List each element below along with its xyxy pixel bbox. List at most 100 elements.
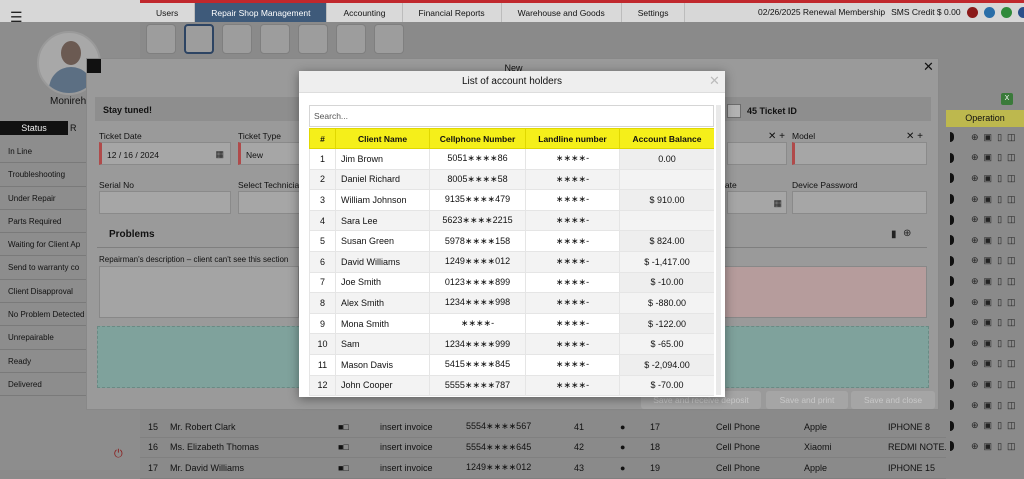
phone-icon[interactable]: ▯ [997,358,1002,369]
status-item[interactable]: Waiting for Client Ap [0,233,86,257]
save-print-button[interactable]: Save and print [766,391,848,409]
monitor-icon[interactable]: ▣ [984,194,993,205]
info-icon[interactable]: ● [620,463,650,473]
status-item[interactable]: Under Repair [0,187,86,210]
table-row[interactable]: 2 Daniel Richard 8005∗∗∗∗58 ∗∗∗∗- [309,168,714,191]
brand-field[interactable] [727,142,787,165]
whatsapp-icon[interactable] [1000,7,1012,18]
phone-icon[interactable]: ▯ [997,441,1002,452]
bookmark-icon[interactable]: ▮ [891,229,897,240]
status-item[interactable]: Parts Required [0,210,86,234]
phone-icon[interactable]: ▯ [997,276,1002,287]
add-icon[interactable]: ⊕ [971,420,979,431]
model-field[interactable] [792,142,927,165]
add-icon[interactable]: ⊕ [971,152,979,163]
phone-icon[interactable]: ▯ [997,338,1002,349]
add-icon[interactable]: ⊕ [971,173,979,184]
add-icon[interactable]: ⊕ [971,400,979,411]
add-icon[interactable]: ⊕ [971,235,979,246]
monitor-icon[interactable]: ▣ [984,420,993,431]
phone-icon[interactable]: ▯ [997,317,1002,328]
add-icon[interactable]: ⊕ [971,297,979,308]
tools-icon[interactable] [298,24,328,54]
phone-icon[interactable]: ▯ [997,173,1002,184]
repairman-description-field[interactable] [99,266,299,318]
tab-accounting[interactable]: Accounting [327,3,403,22]
add-icon[interactable]: ⊕ [971,358,979,369]
add-icon[interactable]: ⊕ [971,441,979,452]
tab-warehouse-and-goods[interactable]: Warehouse and Goods [501,3,622,22]
add-icon[interactable]: ⊕ [971,338,979,349]
add-icon[interactable]: ⊕ [971,214,979,225]
monitor-icon[interactable]: ▣ [984,317,993,328]
close-icon[interactable]: ✕ [923,59,934,75]
trash-icon[interactable]: ◫ [1007,132,1016,143]
add-icon[interactable]: ⊕ [971,132,979,143]
trash-icon[interactable]: ◫ [1007,338,1016,349]
status-item[interactable]: Delivered [0,373,86,397]
monitor-icon[interactable]: ▣ [984,358,993,369]
trash-icon[interactable]: ◫ [1007,379,1016,390]
clear-add-icons[interactable]: ✕ + [906,131,923,142]
calendar-icon[interactable]: ▦ [773,198,782,209]
table-row[interactable]: 15 Mr. Robert Clark ■□ insert invoice 55… [140,417,946,438]
add-icon[interactable]: ⊕ [971,276,979,287]
reception-icon[interactable] [184,24,214,54]
column-header[interactable]: Landline number [525,128,620,149]
table-row[interactable]: 7 Joe Smith 0123∗∗∗∗899 ∗∗∗∗- $ -10.00 [309,271,714,294]
date-field[interactable]: ▦ [727,191,787,214]
column-header[interactable]: Account Balance [619,128,714,149]
phone-icon[interactable]: ▯ [997,132,1002,143]
trash-icon[interactable]: ◫ [1007,173,1016,184]
monitor-icon[interactable]: ▣ [984,132,993,143]
save-close-button[interactable]: Save and close [851,391,935,409]
power-icon[interactable] [966,7,978,18]
monitor-icon[interactable]: ▣ [984,276,993,287]
trash-icon[interactable]: ◫ [1007,214,1016,225]
table-row[interactable]: 16 Ms. Elizabeth Thomas ■□ insert invoic… [140,438,946,459]
excel-export-icon[interactable]: X [1001,93,1013,105]
close-icon[interactable]: ✕ [709,73,720,89]
device-password-field[interactable] [792,191,927,214]
status-item[interactable]: In Line [0,140,86,164]
logout-power-icon[interactable]: ⏻ [114,448,123,461]
trash-icon[interactable]: ◫ [1007,235,1016,246]
info-icon[interactable]: ● [620,442,650,452]
add-icon[interactable]: ⊕ [971,194,979,205]
gear-icon[interactable] [260,24,290,54]
monitor-icon[interactable]: ▣ [984,441,993,452]
monitor-icon[interactable]: ▣ [984,173,993,184]
table-row[interactable]: 3 William Johnson 9135∗∗∗∗479 ∗∗∗∗- $ 910.00 [309,189,714,211]
trash-icon[interactable]: ◫ [1007,400,1016,411]
column-header[interactable]: Cellphone Number [429,128,526,149]
phone-icon[interactable]: ▯ [997,214,1002,225]
phone-icon[interactable]: ▯ [997,379,1002,390]
serial-field[interactable] [99,191,231,214]
table-row[interactable]: 5 Susan Green 5978∗∗∗∗158 ∗∗∗∗- $ 824.00 [309,230,714,252]
box-icon[interactable] [336,24,366,54]
status-item[interactable]: Client Disapproval [0,280,86,304]
trash-icon[interactable]: ◫ [1007,276,1016,287]
status-item[interactable]: Send to warranty co [0,256,86,280]
phone-icon[interactable]: ▯ [997,152,1002,163]
monitor-icon[interactable]: ▣ [984,152,993,163]
hamburger-menu-icon[interactable]: ☰ [10,10,23,24]
table-row[interactable]: 12 John Cooper 5555∗∗∗∗787 ∗∗∗∗- $ -70.00 [309,374,714,396]
trash-icon[interactable]: ◫ [1007,358,1016,369]
trash-icon[interactable]: ◫ [1007,317,1016,328]
technician-field[interactable] [238,191,300,214]
clear-add-icons[interactable]: ✕ + [768,131,785,142]
tab-financial-reports[interactable]: Financial Reports [402,3,502,22]
trash-icon[interactable]: ◫ [1007,420,1016,431]
login-icon[interactable] [222,24,252,54]
trash-icon[interactable]: ◫ [1007,255,1016,266]
table-row[interactable]: 9 Mona Smith ∗∗∗∗- ∗∗∗∗- $ -122.00 [309,312,714,335]
column-header[interactable]: # [309,128,336,149]
table-row[interactable]: 10 Sam 1234∗∗∗∗999 ∗∗∗∗- $ -65.00 [309,333,714,355]
help-icon[interactable] [1017,7,1024,18]
list-icon[interactable] [146,24,176,54]
phone-icon[interactable]: ▯ [997,235,1002,246]
monitor-icon[interactable]: ▣ [984,400,993,411]
monitor-icon[interactable]: ▣ [984,338,993,349]
status-item[interactable]: No Problem Detected [0,303,86,327]
